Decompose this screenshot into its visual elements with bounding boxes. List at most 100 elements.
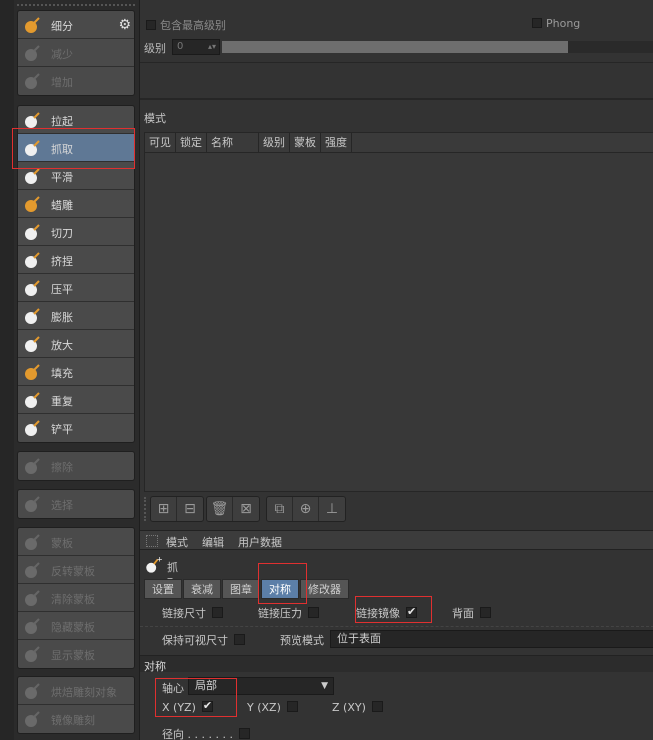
merge-layer-icon[interactable]: ⊕ <box>293 497 319 521</box>
tool-hide-mask[interactable]: 隐藏蒙板 <box>18 612 134 640</box>
radial-row: 径向 . . . . . . . <box>140 726 653 740</box>
include-max-level-option[interactable]: 包含最高级别 <box>146 17 226 33</box>
tool-mask[interactable]: 蒙板 <box>18 528 134 556</box>
sculpt-layers-table: 可见 锁定 名称 级别 蒙板 强度 <box>144 132 653 492</box>
tool-clear-mask[interactable]: 清除蒙板 <box>18 584 134 612</box>
tool-label: 填充 <box>51 367 73 380</box>
tool-label: 擦除 <box>51 461 73 474</box>
tool-subdivide[interactable]: 细分 ⚙ <box>18 11 134 39</box>
spinner-arrows-icon[interactable]: ▴▾ <box>208 40 216 54</box>
delete-layer-icon[interactable]: 🗑 <box>207 497 233 521</box>
column-header[interactable]: 可见 <box>145 133 176 153</box>
y-xz-checkbox[interactable] <box>286 701 298 712</box>
keep-visible-size-checkbox[interactable] <box>234 634 245 645</box>
level-spinner[interactable]: 0 ▴▾ <box>172 39 220 55</box>
back-face-checkbox[interactable] <box>480 607 491 618</box>
link-mirror-option[interactable]: 链接镜像 <box>356 605 417 621</box>
menu-mode[interactable]: 模式 <box>166 534 188 550</box>
mirror-sculpt-icon <box>22 709 42 729</box>
tool-label: 蒙板 <box>51 537 73 550</box>
x-yz-option[interactable]: X (YZ) <box>162 699 213 714</box>
symmetry-section-header[interactable]: 对称 <box>140 655 653 673</box>
include-max-level-label: 包含最高级别 <box>160 19 226 32</box>
z-xy-option[interactable]: Z (XY) <box>332 701 383 714</box>
x-yz-checkbox[interactable] <box>201 699 213 712</box>
link-pressure-option[interactable]: 链接压力 <box>258 605 319 621</box>
column-header[interactable]: 名称 <box>207 133 259 153</box>
tab-settings[interactable]: 设置 <box>144 579 182 599</box>
sculpt-tools-panel: 细分 ⚙ 减少 增加 拉起 抓取 平滑蜡雕切刀 挤捏 压平膨胀放大填充重复 铲平 擦除 选择 蒙… <box>0 0 139 740</box>
radial-option[interactable]: 径向 . . . . . . . <box>162 726 250 740</box>
tool-fill-brush[interactable]: 填充 <box>18 358 134 386</box>
phong-checkbox[interactable] <box>532 18 542 28</box>
pinch-brush-icon <box>22 250 42 270</box>
tool-label: 蜡雕 <box>51 199 73 212</box>
column-header[interactable]: 强度 <box>321 133 352 153</box>
add-layer-icon[interactable]: ⊞ <box>151 497 177 521</box>
flatten-layer-icon[interactable]: ⊥ <box>319 497 345 521</box>
menu-user-data[interactable]: 用户数据 <box>238 534 282 550</box>
column-header[interactable]: 蒙板 <box>290 133 321 153</box>
toolbar-group-delete: 🗑 ⊠ <box>206 496 260 522</box>
radial-checkbox[interactable] <box>238 728 250 739</box>
tool-wax-brush[interactable]: 蜡雕 <box>18 190 134 218</box>
copy-layer-icon[interactable]: ⧉ <box>267 497 293 521</box>
tool-pull-brush[interactable]: 拉起 <box>18 106 134 134</box>
link-mirror-checkbox[interactable] <box>406 605 417 618</box>
tool-bake-sculpt[interactable]: 烘焙雕刻对象 <box>18 677 134 705</box>
tool-erase[interactable]: 擦除 <box>18 452 134 480</box>
menu-edit[interactable]: 编辑 <box>202 534 224 550</box>
include-max-level-checkbox[interactable] <box>146 20 156 30</box>
grab-brush-icon: + <box>146 556 162 573</box>
tool-decrease[interactable]: 减少 <box>18 39 134 67</box>
tool-amplify-brush[interactable]: 放大 <box>18 330 134 358</box>
tool-grab-brush[interactable]: 抓取 <box>18 134 134 162</box>
bake-group: 烘焙雕刻对象镜像雕刻 <box>17 676 135 734</box>
link-pressure-checkbox[interactable] <box>308 607 319 618</box>
tool-pinch-brush[interactable]: 挤捏 <box>18 246 134 274</box>
y-xz-label: Y (XZ) <box>247 701 281 714</box>
tab-stamp[interactable]: 图章 <box>222 579 260 599</box>
z-xy-checkbox[interactable] <box>371 701 383 712</box>
axis-select[interactable]: 局部 ▼ <box>188 677 334 695</box>
toolbar-grip[interactable] <box>144 497 148 521</box>
y-xz-option[interactable]: Y (XZ) <box>247 701 298 714</box>
tool-repeat-brush[interactable]: 重复 <box>18 386 134 414</box>
panel-grip[interactable] <box>17 4 135 8</box>
tool-increase[interactable]: 增加 <box>18 67 134 95</box>
add-folder-icon[interactable]: ⊟ <box>177 497 203 521</box>
tool-invert-mask[interactable]: 反转蒙板 <box>18 556 134 584</box>
link-size-checkbox[interactable] <box>212 607 223 618</box>
tab-symmetry[interactable]: 对称 <box>261 579 299 599</box>
svg-text:+: + <box>157 556 162 563</box>
column-header[interactable]: 锁定 <box>176 133 207 153</box>
divider <box>140 98 653 100</box>
tool-mirror-sculpt[interactable]: 镜像雕刻 <box>18 705 134 733</box>
keep-visible-size-option[interactable]: 保持可视尺寸 <box>162 632 245 648</box>
phong-option[interactable]: Phong <box>532 17 580 30</box>
level-value: 0 <box>177 41 184 52</box>
clear-layer-icon[interactable]: ⊠ <box>233 497 259 521</box>
tool-select[interactable]: 选择 <box>18 490 134 518</box>
tool-flatten-brush[interactable]: 压平 <box>18 274 134 302</box>
link-size-option[interactable]: 链接尺寸 <box>162 605 223 621</box>
tool-show-mask[interactable]: 显示蒙板 <box>18 640 134 668</box>
tool-knife-brush[interactable]: 切刀 <box>18 218 134 246</box>
tab-falloff[interactable]: 衰减 <box>183 579 221 599</box>
tool-scrape-brush[interactable]: 铲平 <box>18 414 134 442</box>
layers-toolbar: ⊞ ⊟ 🗑 ⊠ ⧉ ⊕ ⊥ <box>144 495 653 523</box>
grip-icon[interactable] <box>146 535 158 547</box>
back-face-label: 背面 <box>452 607 474 620</box>
level-slider-fill <box>222 41 568 53</box>
radial-label: 径向 . . . . . . . <box>162 728 233 740</box>
tool-smooth-brush[interactable]: 平滑 <box>18 162 134 190</box>
tool-label: 膨胀 <box>51 311 73 324</box>
tab-modifiers[interactable]: 修改器 <box>300 579 349 599</box>
level-slider[interactable] <box>222 41 653 53</box>
column-header[interactable]: 级别 <box>259 133 290 153</box>
preview-mode-select[interactable]: 位于表面 <box>330 630 653 648</box>
tool-label: 镜像雕刻 <box>51 714 95 727</box>
tool-inflate-brush[interactable]: 膨胀 <box>18 302 134 330</box>
gear-icon[interactable]: ⚙ <box>118 17 131 33</box>
back-face-option[interactable]: 背面 <box>452 605 491 621</box>
